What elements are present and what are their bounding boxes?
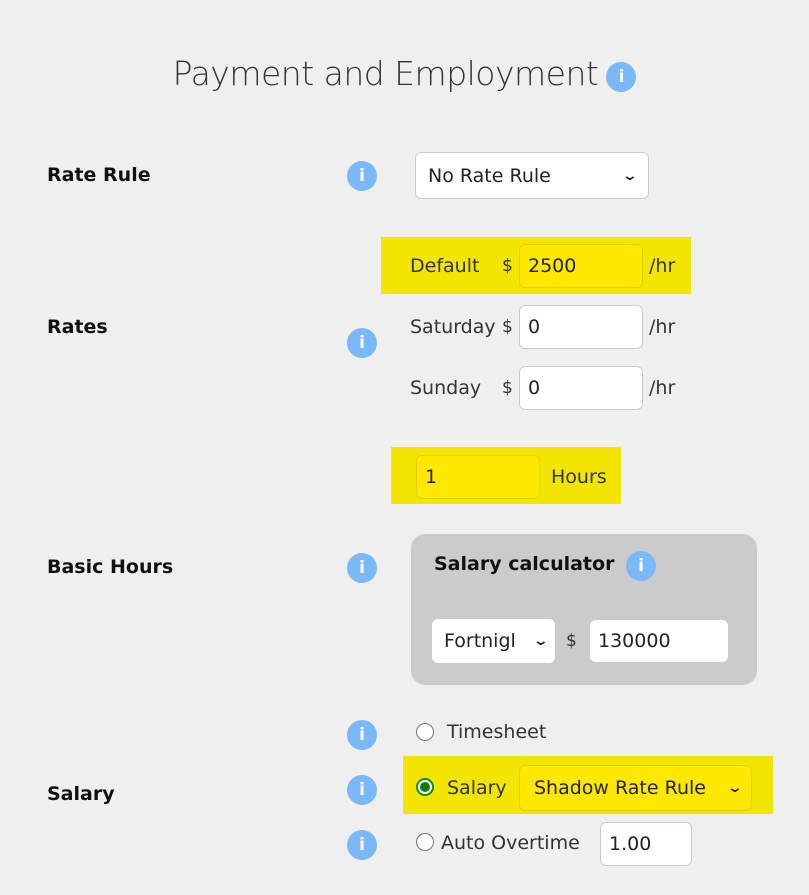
auto-overtime-radio-label: Auto Overtime	[441, 832, 580, 854]
page-title: Payment and Employment	[172, 54, 599, 93]
salary-calculator-title: Salary calculator	[434, 553, 615, 575]
salary-info-icon[interactable]: i	[347, 775, 377, 805]
saturday-rate-input[interactable]: 0	[519, 305, 643, 349]
salary-radio[interactable]	[416, 778, 434, 796]
rate-unit: /hr	[649, 316, 676, 338]
currency-symbol: $	[502, 317, 513, 337]
rate-rule-select[interactable]: No Rate Rule ⌄	[415, 152, 649, 199]
radio-selected-dot	[420, 782, 430, 792]
default-rate-label: Default	[410, 255, 480, 277]
auto-overtime-radio[interactable]	[416, 833, 434, 851]
chevron-down-icon: ⌄	[726, 780, 744, 796]
basic-hours-input[interactable]: 1	[416, 455, 540, 499]
salary-period-select[interactable]: Fortnigl ⌄	[432, 619, 555, 663]
default-rate-input[interactable]: 2500	[519, 244, 643, 288]
rates-info-icon[interactable]: i	[347, 328, 377, 358]
salary-radio-label: Salary	[447, 777, 507, 799]
saturday-rate-label: Saturday	[410, 316, 496, 338]
rates-label: Rates	[47, 316, 108, 338]
sunday-rate-input[interactable]: 0	[519, 366, 643, 410]
chevron-down-icon: ⌄	[532, 633, 550, 649]
timesheet-info-icon[interactable]: i	[347, 720, 377, 750]
currency-symbol: $	[502, 378, 513, 398]
timesheet-radio[interactable]	[416, 723, 434, 741]
rate-unit: /hr	[649, 255, 676, 277]
auto-overtime-input[interactable]: 1.00	[600, 822, 692, 866]
salary-amount-input[interactable]: 130000	[590, 620, 728, 662]
info-icon[interactable]: i	[606, 61, 637, 92]
rate-rule-select-value: No Rate Rule	[428, 164, 551, 187]
salary-rate-rule-value: Shadow Rate Rule	[534, 777, 706, 799]
salary-rate-rule-select[interactable]: Shadow Rate Rule ⌄	[519, 765, 752, 811]
currency-symbol: $	[566, 631, 577, 651]
salary-label: Salary	[47, 783, 115, 805]
salary-calculator-info-icon[interactable]: i	[626, 551, 656, 581]
basic-hours-label: Basic Hours	[47, 556, 174, 578]
auto-overtime-info-icon[interactable]: i	[347, 830, 377, 860]
chevron-down-icon: ⌄	[621, 167, 639, 184]
salary-period-value: Fortnigl	[444, 630, 516, 652]
rate-unit: /hr	[649, 377, 676, 399]
currency-symbol: $	[502, 256, 513, 276]
rate-rule-info-icon[interactable]: i	[347, 161, 377, 191]
page-title-row: Payment and Employment i	[0, 52, 809, 93]
hours-unit-label: Hours	[551, 466, 607, 488]
rate-rule-label: Rate Rule	[47, 164, 151, 186]
sunday-rate-label: Sunday	[410, 377, 482, 399]
timesheet-radio-label: Timesheet	[447, 721, 547, 743]
basic-hours-info-icon[interactable]: i	[347, 553, 377, 583]
